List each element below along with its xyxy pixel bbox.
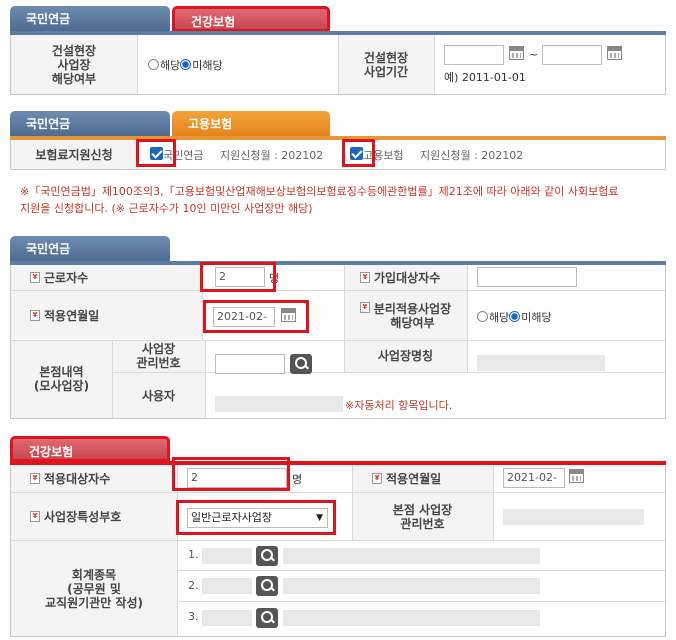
join-count-input[interactable] xyxy=(477,267,577,287)
account-code-3 xyxy=(202,610,252,626)
construction-site-radio[interactable]: 해당 미해당 xyxy=(148,57,223,73)
required-icon: ¥ xyxy=(30,511,40,522)
required-icon: ¥ xyxy=(372,473,382,484)
join-count-label-text: 가입대상자수 xyxy=(374,270,441,285)
period-start-input[interactable] xyxy=(444,45,504,65)
tab-health-insurance-1[interactable]: 건강보험 xyxy=(172,6,330,32)
search-icon[interactable] xyxy=(256,576,278,596)
account-row-2-number: 2. xyxy=(188,579,199,592)
construction-site-label: 건설현장 사업장 해당여부 xyxy=(51,44,97,86)
separate-site-label: ¥ 분리적용사업장 해당여부 xyxy=(344,291,467,340)
site-name-field xyxy=(477,355,605,371)
mgmt-number-label: 사업장 관리번호 xyxy=(136,342,181,370)
account-row-3-number: 3. xyxy=(188,610,199,623)
apply-date-label-text: 적용연월일 xyxy=(44,308,100,323)
divider xyxy=(467,265,468,372)
radio-yes[interactable] xyxy=(148,59,159,70)
tab-national-pension-3[interactable]: 국민연금 xyxy=(10,236,170,262)
site-name-label: 사업장명칭 xyxy=(377,349,434,363)
radio-no-label: 미해당 xyxy=(521,311,552,324)
workers-label-text: 근로자수 xyxy=(44,270,89,285)
radio-yes-label: 해당 xyxy=(489,311,510,324)
tab-national-pension-2[interactable]: 국민연금 xyxy=(10,111,170,137)
site-type-label: ¥ 사업장특성부호 xyxy=(30,493,121,540)
radio-no-label: 미해당 xyxy=(192,59,223,72)
account-code-2 xyxy=(202,578,252,594)
calendar-icon[interactable] xyxy=(509,46,524,60)
separate-site-radio[interactable]: 해당 미해당 xyxy=(477,309,552,325)
divider xyxy=(11,290,665,291)
divider xyxy=(493,465,494,540)
health-date-input[interactable]: 2021-02-15 xyxy=(503,468,565,488)
divider xyxy=(177,570,665,571)
hq-label: 본점내역 (모사업장) xyxy=(33,365,90,393)
divider xyxy=(434,35,435,94)
required-icon: ¥ xyxy=(359,301,370,313)
tab-national-pension-1[interactable]: 국민연금 xyxy=(10,6,170,32)
search-icon[interactable] xyxy=(256,546,278,566)
radio-yes-label: 해당 xyxy=(160,59,181,72)
tilde: ~ xyxy=(529,48,539,61)
hq-mgmt-field xyxy=(503,509,644,525)
radio-no[interactable] xyxy=(180,59,192,70)
account-label: 회계종목 (공무원 및 교직원기관만 작성) xyxy=(45,567,143,610)
divider xyxy=(205,340,206,418)
radio-yes[interactable] xyxy=(477,311,488,322)
auto-process-note: ※자동처리 항목입니다. xyxy=(345,399,453,412)
search-icon[interactable] xyxy=(256,608,278,628)
account-name-2 xyxy=(283,578,540,594)
required-icon: ¥ xyxy=(30,310,40,321)
search-icon[interactable] xyxy=(290,354,312,374)
health-date-label: ¥ 적용연월일 xyxy=(372,465,441,492)
ei-support-month: 지원신청월 : 202102 xyxy=(420,149,524,162)
target-count-unit: 명 xyxy=(292,473,303,486)
required-icon: ¥ xyxy=(30,473,40,484)
account-row-1-number: 1. xyxy=(188,548,199,561)
account-code-1 xyxy=(202,548,252,564)
support-label: 보험료지원신청 xyxy=(35,147,113,162)
join-count-label: ¥ 가입대상자수 xyxy=(360,265,440,290)
date-example: 예) 2011-01-01 xyxy=(444,71,526,84)
separate-site-label-text: 분리적용사업장 해당여부 xyxy=(373,301,452,330)
divider xyxy=(137,35,138,94)
highlight-ei-checkbox xyxy=(342,139,375,167)
mgmt-number-input[interactable] xyxy=(215,354,285,374)
divider xyxy=(177,601,665,602)
highlight-workers xyxy=(200,262,276,292)
construction-period-label: 건설현장 사업기간 xyxy=(363,51,409,79)
target-count-label: ¥ 적용대상자수 xyxy=(30,465,110,492)
employer-label: 사용자 xyxy=(141,388,176,403)
highlight-np-checkbox xyxy=(136,139,176,167)
hq-mgmt-label: 본점 사업장 관리번호 xyxy=(392,502,453,531)
calendar-icon[interactable] xyxy=(569,469,584,483)
account-name-1 xyxy=(283,548,540,564)
highlight-date xyxy=(203,300,309,333)
target-count-label-text: 적용대상자수 xyxy=(44,471,111,486)
account-name-3 xyxy=(283,610,540,626)
period-end-input[interactable] xyxy=(542,45,602,65)
required-icon: ¥ xyxy=(30,272,40,283)
tab-employment-insurance[interactable]: 고용보험 xyxy=(172,111,330,137)
np-support-month: 지원신청월 : 202102 xyxy=(220,149,324,162)
highlight-target xyxy=(172,457,290,491)
health-date-label-text: 적용연월일 xyxy=(386,471,442,486)
highlight-site-type xyxy=(176,500,336,535)
support-notice: ※「국민연금법」제100조의3,「고용보험및산업재해보상보험의보험료징수등에관한… xyxy=(20,185,619,215)
workers-label: ¥ 근로자수 xyxy=(30,265,88,290)
employer-field xyxy=(215,396,343,412)
tab-health-insurance-2[interactable]: 건강보험 xyxy=(10,436,170,462)
site-type-label-text: 사업장특성부호 xyxy=(44,509,122,524)
required-icon: ¥ xyxy=(360,272,370,283)
radio-no[interactable] xyxy=(509,311,521,322)
calendar-icon[interactable] xyxy=(607,46,622,60)
apply-date-label: ¥ 적용연월일 xyxy=(30,291,99,340)
